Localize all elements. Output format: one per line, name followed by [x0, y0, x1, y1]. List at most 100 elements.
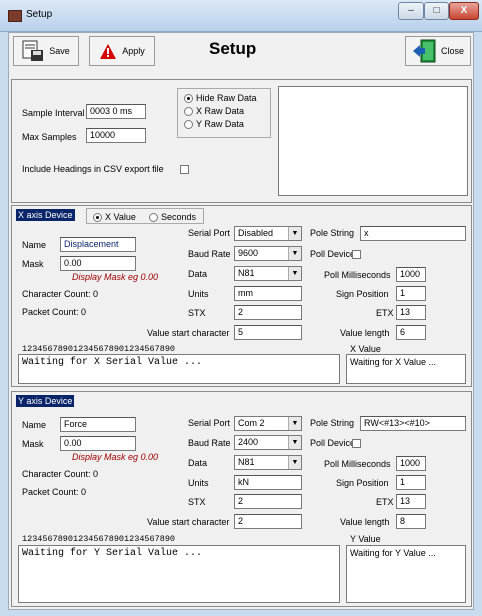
apply-label: Apply [122, 46, 145, 56]
y-value-length-input[interactable]: 8 [396, 514, 426, 529]
x-baud-rate-select[interactable]: 9600 ▼ [234, 246, 302, 261]
y-name-label: Name [22, 420, 47, 430]
y-baud-rate-select[interactable]: 2400 ▼ [234, 435, 302, 450]
x-mask-input[interactable]: 0.00 [60, 256, 136, 271]
x-value-start-input[interactable]: 5 [234, 325, 302, 340]
chevron-down-icon: ▼ [288, 456, 301, 469]
x-mode-group: X Value Seconds [86, 208, 204, 224]
x-device-panel: X axis Device X Value Seconds Name Displ… [11, 205, 472, 387]
page-title: Setup [209, 39, 257, 58]
y-device-panel: Y axis Device Name Force Mask 0.00 Displ… [11, 391, 472, 607]
apply-button[interactable]: Apply [89, 36, 155, 66]
close-button[interactable]: Close [405, 36, 471, 66]
y-baud-rate-label: Baud Rate [188, 438, 231, 448]
y-serial-output[interactable]: Waiting for Y Serial Value ... [18, 545, 340, 603]
y-poll-device-label: Poll Device [310, 438, 356, 448]
toolbar: Save Apply Setup Close [9, 33, 473, 69]
x-stx-input[interactable]: 2 [234, 305, 302, 320]
y-value-start-input[interactable]: 2 [234, 514, 302, 529]
raw-data-display[interactable] [278, 86, 468, 196]
x-value-length-label: Value length [340, 328, 390, 338]
x-poll-device-checkbox[interactable] [352, 250, 361, 259]
x-pole-string-input[interactable]: x [360, 226, 466, 241]
x-mask-label: Mask [22, 259, 44, 269]
general-settings-panel: Sample Interval 0003 0 ms Max Samples 10… [11, 79, 472, 203]
y-etx-input[interactable]: 13 [396, 494, 426, 509]
x-poll-ms-input[interactable]: 1000 [396, 267, 426, 282]
x-etx-input[interactable]: 13 [396, 305, 426, 320]
x-units-input[interactable]: mm [234, 286, 302, 301]
y-value-length-label: Value length [340, 517, 390, 527]
save-button[interactable]: Save [13, 36, 79, 66]
warning-icon [100, 43, 117, 59]
x-stx-label: STX [188, 308, 206, 318]
y-name-input[interactable]: Force [60, 417, 136, 432]
seconds-radio[interactable]: Seconds [149, 212, 196, 223]
x-poll-ms-label: Poll Milliseconds [324, 270, 391, 280]
x-poll-device-label: Poll Device [310, 249, 356, 259]
setup-window: Save Apply Setup Close Sample Interval 0… [8, 32, 474, 610]
y-value-output[interactable]: Waiting for Y Value ... [346, 545, 466, 603]
x-serial-port-label: Serial Port [188, 228, 231, 238]
x-serial-output[interactable]: Waiting for X Serial Value ... [18, 354, 340, 384]
save-disk-icon [22, 40, 44, 61]
y-poll-ms-input[interactable]: 1000 [396, 456, 426, 471]
y-etx-label: ETX [376, 497, 394, 507]
app-icon [8, 10, 22, 22]
y-mask-hint: Display Mask eg 0.00 [72, 452, 159, 462]
x-sign-pos-input[interactable]: 1 [396, 286, 426, 301]
x-units-label: Units [188, 289, 209, 299]
x-value-radio[interactable]: X Value [93, 212, 136, 223]
x-value-output[interactable]: Waiting for X Value ... [346, 354, 466, 384]
y-mask-label: Mask [22, 439, 44, 449]
x-mask-hint: Display Mask eg 0.00 [72, 272, 159, 282]
x-data-select[interactable]: N81 ▼ [234, 266, 302, 281]
y-packet-count: Packet Count: 0 [22, 487, 87, 497]
x-raw-radio[interactable]: X Raw Data [184, 106, 244, 117]
minimize-button[interactable]: – [398, 2, 424, 20]
y-raw-radio[interactable]: Y Raw Data [184, 119, 244, 130]
y-data-select[interactable]: N81 ▼ [234, 455, 302, 470]
x-data-label: Data [188, 269, 208, 279]
y-poll-ms-label: Poll Milliseconds [324, 459, 391, 469]
y-device-header: Y axis Device [16, 395, 75, 407]
x-baud-rate-label: Baud Rate [188, 249, 231, 259]
save-label: Save [49, 46, 70, 56]
window-title: Setup [26, 9, 53, 20]
sample-interval-input[interactable]: 0003 0 ms [86, 104, 146, 119]
x-char-count: Character Count: 0 [22, 289, 99, 299]
y-char-count: Character Count: 0 [22, 469, 99, 479]
y-value-label: Y Value [350, 534, 381, 544]
hide-raw-radio[interactable]: Hide Raw Data [184, 93, 257, 104]
x-name-label: Name [22, 240, 47, 250]
chevron-down-icon: ▼ [288, 247, 301, 260]
title-bar: Setup – □ X [0, 0, 482, 32]
y-pole-string-input[interactable]: RW<#13><#10> [360, 416, 466, 431]
csv-headings-label: Include Headings in CSV export file [22, 164, 164, 174]
csv-headings-checkbox[interactable] [180, 165, 189, 174]
window-close-button[interactable]: X [449, 2, 479, 20]
y-units-label: Units [188, 478, 209, 488]
y-serial-port-select[interactable]: Com 2 ▼ [234, 416, 302, 431]
y-sign-pos-label: Sign Position [336, 478, 389, 488]
x-serial-port-select[interactable]: Disabled ▼ [234, 226, 302, 241]
max-samples-label: Max Samples [22, 132, 77, 142]
y-data-label: Data [188, 458, 208, 468]
y-stx-label: STX [188, 497, 206, 507]
maximize-button[interactable]: □ [424, 2, 449, 20]
sample-interval-label: Sample Interval [22, 108, 85, 118]
chevron-down-icon: ▼ [288, 417, 301, 430]
max-samples-input[interactable]: 10000 [86, 128, 146, 143]
y-sign-pos-input[interactable]: 1 [396, 475, 426, 490]
y-mask-input[interactable]: 0.00 [60, 436, 136, 451]
y-pole-string-label: Pole String [310, 418, 355, 428]
x-value-length-input[interactable]: 6 [396, 325, 426, 340]
y-stx-input[interactable]: 2 [234, 494, 302, 509]
x-name-input[interactable]: Displacement [60, 237, 136, 252]
y-serial-port-label: Serial Port [188, 418, 231, 428]
x-etx-label: ETX [376, 308, 394, 318]
y-poll-device-checkbox[interactable] [352, 439, 361, 448]
y-units-input[interactable]: kN [234, 475, 302, 490]
x-device-header: X axis Device [16, 209, 75, 221]
x-sign-pos-label: Sign Position [336, 289, 389, 299]
